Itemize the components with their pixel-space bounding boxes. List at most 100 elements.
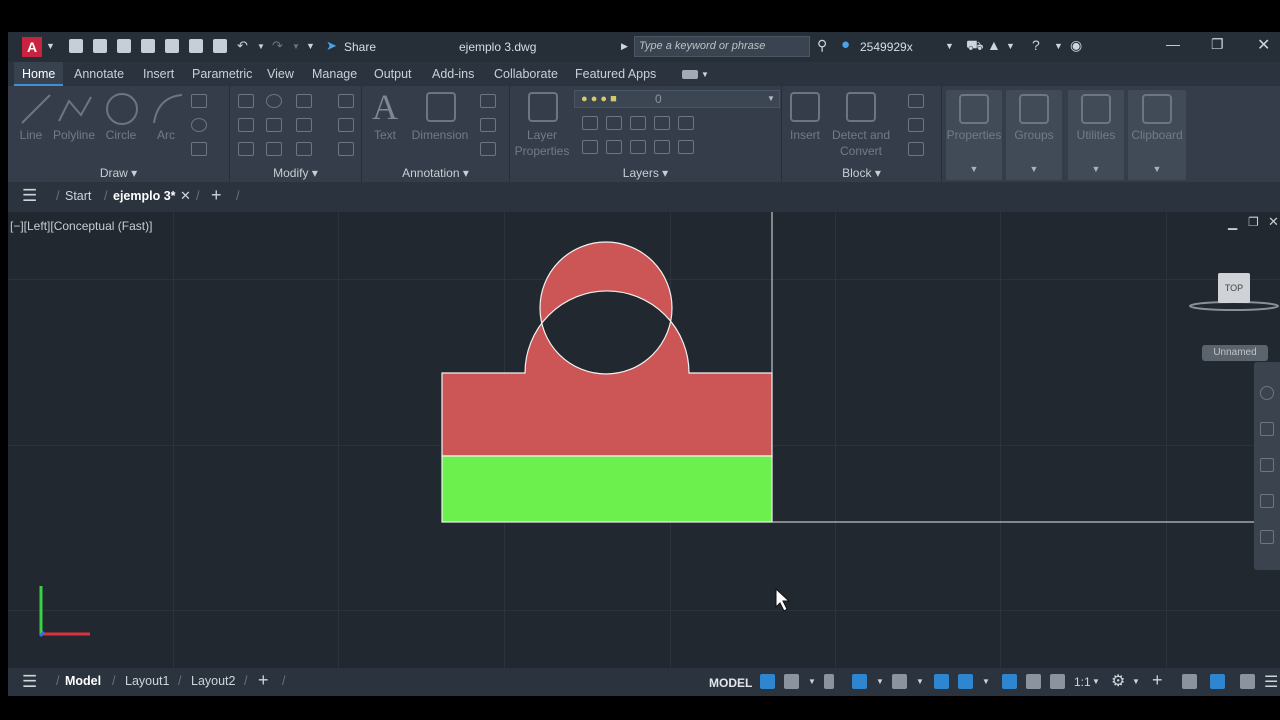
zoom-icon[interactable] xyxy=(1260,458,1274,472)
status-menu-icon[interactable]: ☰ xyxy=(22,672,37,692)
help-dropdown-icon[interactable]: ▼ xyxy=(1054,41,1063,51)
text-icon[interactable]: A xyxy=(372,86,398,128)
stretch-icon[interactable] xyxy=(238,142,254,156)
tab-add-ins[interactable]: Add-ins xyxy=(424,62,482,86)
tab-featured-apps[interactable]: Featured Apps xyxy=(567,62,664,86)
layer-dropdown[interactable]: ● ● ● ■ 0 ▼ xyxy=(574,90,780,108)
snap-mode-icon[interactable] xyxy=(784,674,799,689)
open-web-icon[interactable] xyxy=(165,39,179,53)
close-window-icon[interactable]: ✕ xyxy=(1257,35,1270,55)
save-web-icon[interactable] xyxy=(189,39,203,53)
new-tab-plus-icon[interactable]: + xyxy=(211,185,222,206)
block-tool-2-icon[interactable] xyxy=(908,118,924,132)
redo-dropdown-icon[interactable]: ▼ xyxy=(292,42,300,51)
scale-icon[interactable] xyxy=(266,142,282,156)
modify-panel-title[interactable]: Modify xyxy=(273,166,308,180)
line-icon[interactable] xyxy=(18,91,54,127)
annotation-scale-value[interactable]: 1:1 xyxy=(1074,675,1091,689)
line-button[interactable]: Line xyxy=(16,128,46,142)
layers-panel-title[interactable]: Layers xyxy=(623,166,659,180)
annotation-monitor-plus-icon[interactable]: + xyxy=(1152,670,1163,691)
pan-icon[interactable] xyxy=(1260,422,1274,436)
layer-tool-9-icon[interactable] xyxy=(654,140,670,154)
rectangle-icon[interactable] xyxy=(191,94,207,108)
block-tool-3-icon[interactable] xyxy=(908,142,924,156)
feedback-icon[interactable]: ◉ xyxy=(1070,37,1082,54)
minimize-icon[interactable]: — xyxy=(1166,36,1180,52)
close-tab-icon[interactable]: ✕ xyxy=(180,188,191,204)
user-icon[interactable]: ● xyxy=(841,36,850,53)
qat-customize-icon[interactable]: ▼ xyxy=(306,41,315,51)
explode-icon[interactable] xyxy=(338,118,354,132)
clipboard-panel[interactable]: Clipboard ▼ xyxy=(1128,90,1186,180)
showmotion-icon[interactable] xyxy=(1260,530,1274,544)
circle-button[interactable]: Circle xyxy=(104,128,138,142)
save-as-icon[interactable] xyxy=(141,39,155,53)
red-bracket-part[interactable] xyxy=(441,241,773,457)
hatch-icon[interactable] xyxy=(191,142,207,156)
dimension-button[interactable]: Dimension xyxy=(408,128,472,142)
gear-icon[interactable]: ⚙ xyxy=(1111,671,1125,691)
tab-layout1[interactable]: Layout1 xyxy=(125,674,169,688)
circle-icon[interactable] xyxy=(104,91,140,127)
annotation-visibility-icon[interactable] xyxy=(1002,674,1017,689)
clean-screen-icon[interactable] xyxy=(1240,674,1255,689)
share-icon[interactable]: ➤ xyxy=(326,38,337,54)
named-view-dropdown[interactable]: Unnamed xyxy=(1202,345,1268,361)
object-snap-tracking-icon[interactable] xyxy=(934,674,949,689)
object-snap-icon[interactable] xyxy=(958,674,973,689)
tab-output[interactable]: Output xyxy=(366,62,420,86)
user-name[interactable]: 2549929x xyxy=(860,40,913,54)
hardware-acceleration-icon[interactable] xyxy=(1210,674,1225,689)
viewcube-top[interactable]: TOP xyxy=(1218,273,1250,303)
auto-scale-icon[interactable] xyxy=(1026,674,1041,689)
tab-manage[interactable]: Manage xyxy=(304,62,365,86)
layer-tool-10-icon[interactable] xyxy=(678,140,694,154)
annotation-panel-title[interactable]: Annotation xyxy=(402,166,459,180)
tab-view[interactable]: View xyxy=(259,62,302,86)
object-snap-dropdown-icon[interactable]: ▼ xyxy=(982,677,990,686)
rotate-icon[interactable] xyxy=(266,94,282,108)
tab-home[interactable]: Home xyxy=(14,62,64,86)
erase-icon[interactable] xyxy=(338,94,354,108)
ribbon-toggle-dropdown-icon[interactable]: ▼ xyxy=(701,70,709,79)
detect-convert-label-2[interactable]: Convert xyxy=(826,144,896,158)
restore-icon[interactable]: ❐ xyxy=(1211,36,1224,53)
polar-tracking-icon[interactable] xyxy=(852,674,867,689)
workspace-dropdown-icon[interactable]: ▼ xyxy=(1132,677,1140,686)
menu-icon[interactable]: ☰ xyxy=(22,186,37,206)
ortho-icon[interactable] xyxy=(824,674,834,689)
search-icon[interactable]: ⚲ xyxy=(817,37,827,54)
grid-display-icon[interactable] xyxy=(760,674,775,689)
autodesk-icon[interactable]: ▲ xyxy=(987,37,1001,53)
polyline-icon[interactable] xyxy=(55,91,95,127)
cart-icon[interactable]: ⛟ xyxy=(966,37,984,56)
undo-icon[interactable]: ↶ xyxy=(237,38,248,54)
tab-layout2[interactable]: Layout2 xyxy=(191,674,235,688)
save-icon[interactable] xyxy=(117,39,131,53)
leader-icon[interactable] xyxy=(480,94,496,108)
tab-start[interactable]: Start xyxy=(65,189,91,203)
app-logo[interactable]: A xyxy=(22,37,42,57)
dimension-icon[interactable] xyxy=(426,92,456,122)
scale-dropdown-icon[interactable]: ▼ xyxy=(1092,677,1100,686)
text-button[interactable]: Text xyxy=(368,128,402,142)
layer-properties-label-1[interactable]: Layer xyxy=(512,128,572,142)
layer-tool-6-icon[interactable] xyxy=(582,140,598,154)
copy-icon[interactable] xyxy=(238,118,254,132)
array-icon[interactable] xyxy=(296,142,312,156)
ellipse-icon[interactable] xyxy=(191,118,207,132)
tab-insert[interactable]: Insert xyxy=(135,62,182,86)
snap-dropdown-icon[interactable]: ▼ xyxy=(808,677,816,686)
tab-parametric[interactable]: Parametric xyxy=(184,62,260,86)
search-input[interactable]: Type a keyword or phrase xyxy=(634,36,810,57)
properties-panel[interactable]: Properties ▼ xyxy=(946,90,1002,180)
arc-button[interactable]: Arc xyxy=(152,128,180,142)
tab-model[interactable]: Model xyxy=(65,674,101,688)
mirror-icon[interactable] xyxy=(266,118,282,132)
arc-icon[interactable] xyxy=(150,91,186,127)
model-space-button[interactable]: MODEL xyxy=(709,676,752,690)
layer-tool-7-icon[interactable] xyxy=(606,140,622,154)
ribbon-toggle-icon[interactable] xyxy=(682,70,698,79)
annotation-scale-icon[interactable] xyxy=(1050,674,1065,689)
